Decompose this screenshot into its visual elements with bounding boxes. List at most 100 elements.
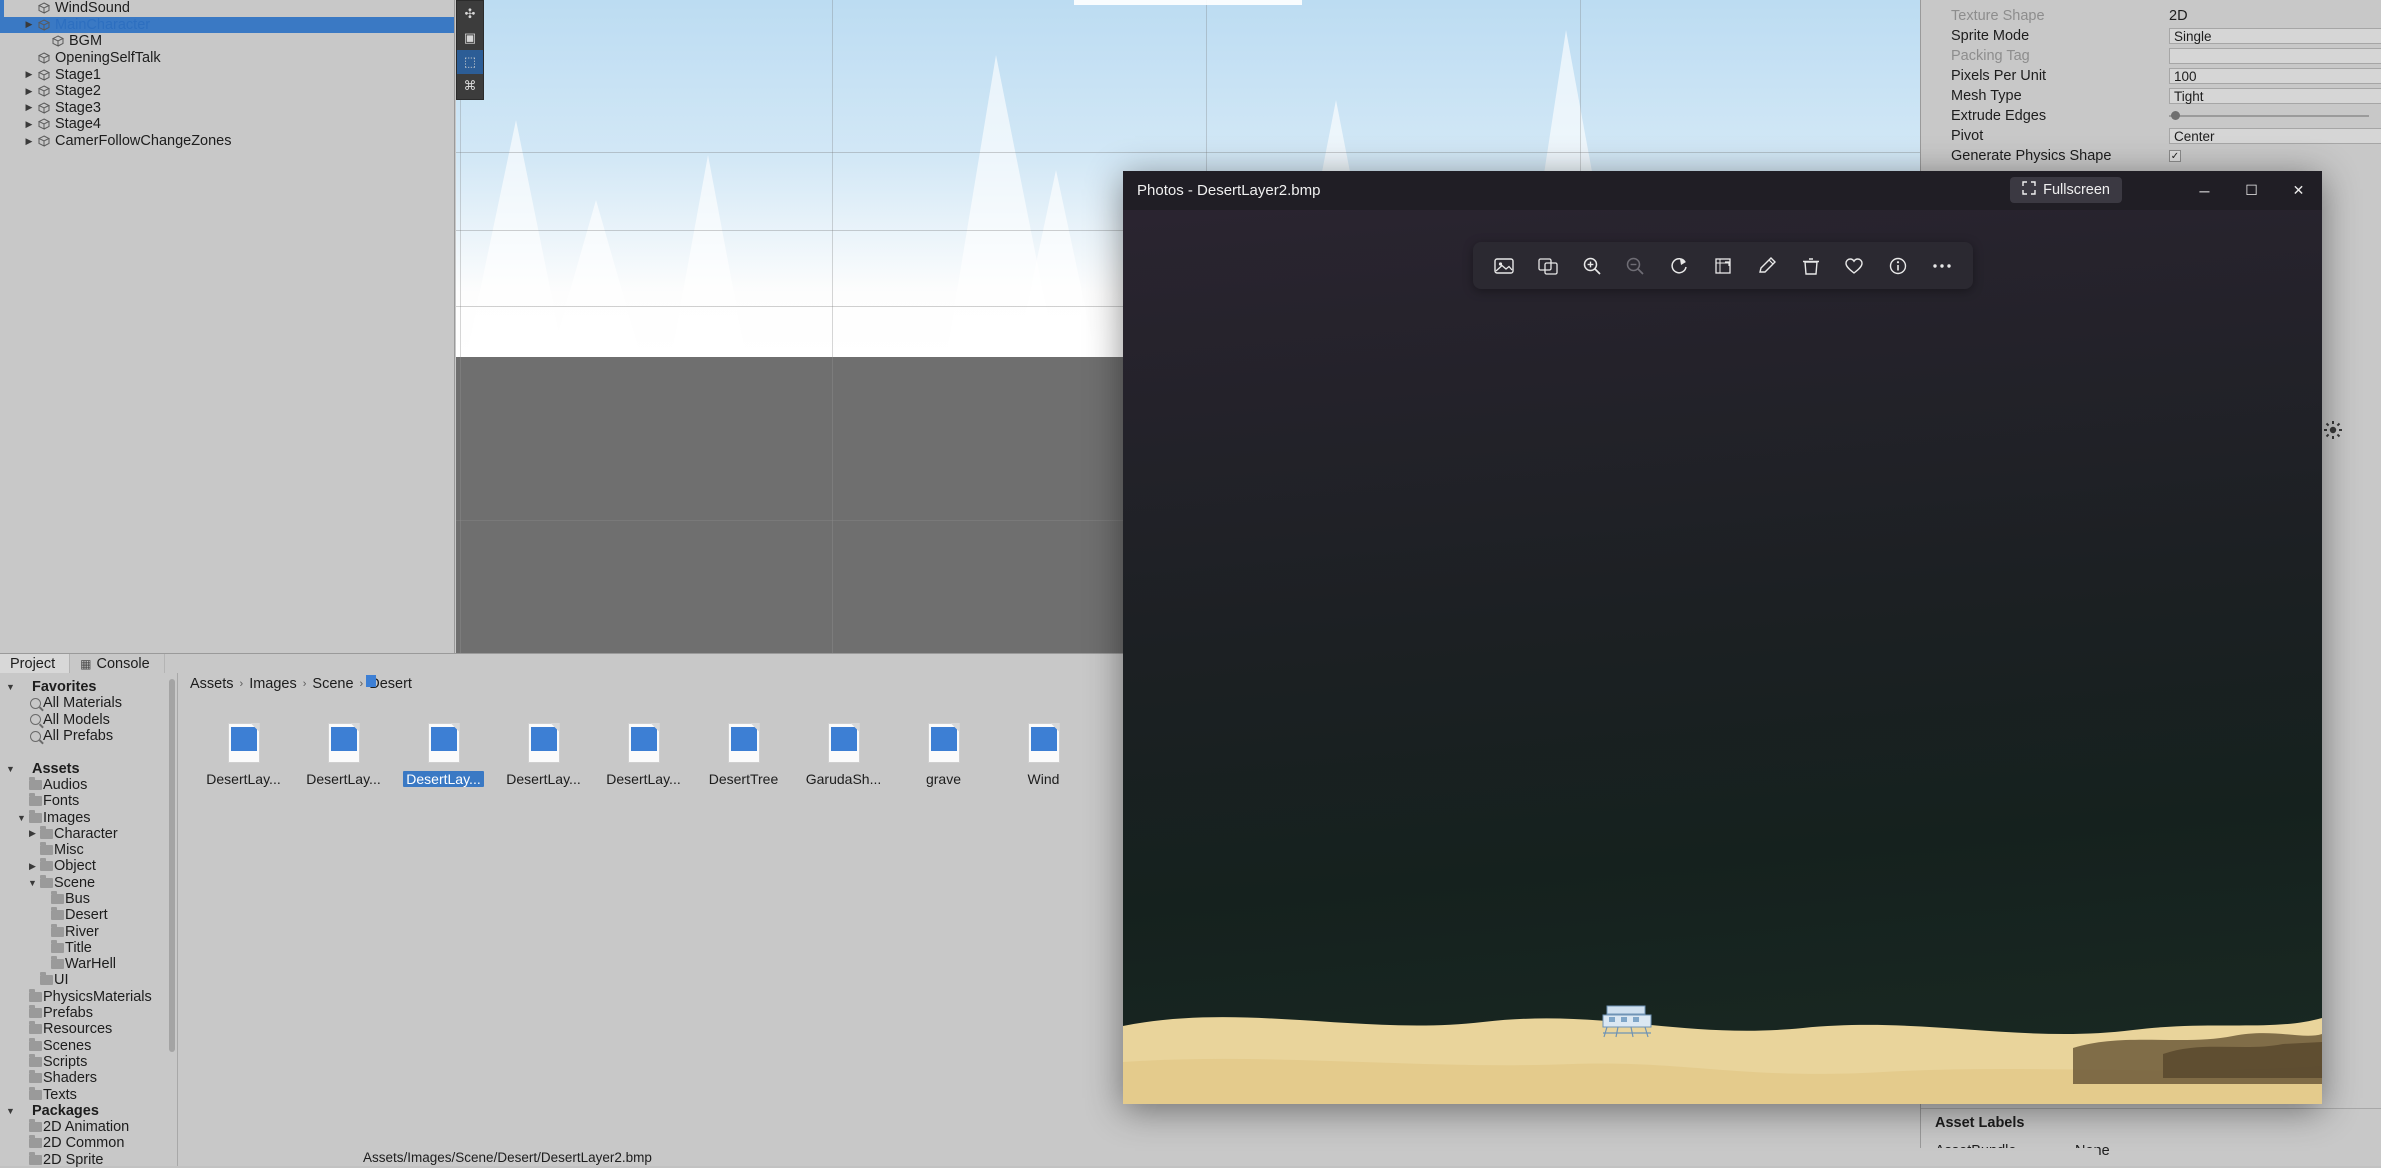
delete-icon[interactable] [1798, 253, 1824, 279]
expand-arrow-icon[interactable]: ▼ [4, 1106, 17, 1116]
tree-item-audios[interactable]: Audios [0, 776, 177, 793]
hierarchy-item-windsound[interactable]: WindSound [0, 0, 454, 17]
expand-arrow-icon[interactable]: ▶ [22, 119, 36, 129]
asset-item[interactable]: DesertLay... [206, 723, 281, 787]
crop-icon[interactable] [1710, 253, 1736, 279]
rect-tool[interactable]: ▣ [457, 26, 483, 50]
window-controls[interactable]: ─ ☐ ✕ [2181, 171, 2322, 210]
breadcrumb-item-scene[interactable]: Scene [312, 676, 353, 692]
tree-item-favorites[interactable]: ▼ Favorites [0, 679, 177, 695]
slider[interactable] [2169, 111, 2369, 120]
expand-arrow-icon[interactable]: ▶ [22, 86, 36, 96]
hierarchy-item-camerfollowchangezones[interactable]: ▶ CamerFollowChangeZones [0, 133, 454, 150]
tree-item-object[interactable]: ▶ Object [0, 858, 177, 874]
inspector-value-field[interactable]: Center [2169, 128, 2381, 144]
expand-arrow-icon[interactable]: ▼ [4, 764, 17, 774]
rotate-icon[interactable] [1666, 253, 1692, 279]
photos-titlebar[interactable]: Photos - DesertLayer2.bmp Fullscreen ─ ☐ ✕ [1123, 171, 2322, 210]
breadcrumb-item-images[interactable]: Images [249, 676, 297, 692]
tree-item-2d-sprite[interactable]: 2D Sprite [0, 1151, 177, 1168]
asset-item[interactable]: DesertLay... [606, 723, 681, 787]
hierarchy-item-stage4[interactable]: ▶ Stage4 [0, 116, 454, 133]
custom-tool[interactable]: ⌘ [457, 74, 483, 98]
tree-item-bus[interactable]: Bus [0, 891, 177, 907]
compare-images-icon[interactable] [1535, 253, 1561, 279]
expand-arrow-icon[interactable]: ▼ [26, 878, 39, 888]
expand-arrow-icon[interactable]: ▶ [22, 136, 36, 146]
tree-item-prefabs[interactable]: Prefabs [0, 1005, 177, 1021]
project-tree-scrollbar[interactable] [169, 679, 175, 1052]
tree-item-scene[interactable]: ▼ Scene [0, 874, 177, 891]
hierarchy-item-bgm[interactable]: BGM [0, 33, 454, 50]
checkbox[interactable]: ✓ [2169, 150, 2181, 162]
asset-item[interactable]: DesertLay... [306, 723, 381, 787]
zoom-out-icon[interactable] [1622, 253, 1648, 279]
photos-toolbar[interactable] [1473, 242, 1973, 289]
inspector-gear-icon[interactable] [2323, 420, 2343, 440]
tree-item-fonts[interactable]: Fonts [0, 793, 177, 809]
inspector-value-field[interactable]: Tight [2169, 88, 2381, 104]
tree-item-character[interactable]: ▶ Character [0, 825, 177, 842]
expand-arrow-icon[interactable]: ▼ [4, 682, 17, 692]
expand-arrow-icon[interactable]: ▶ [26, 828, 39, 839]
inspector-value-field[interactable]: 100 [2169, 68, 2381, 84]
photos-window[interactable]: Photos - DesertLayer2.bmp Fullscreen ─ ☐ ✕ [1123, 171, 2322, 1104]
tree-item-physicsmaterials[interactable]: PhysicsMaterials [0, 988, 177, 1005]
tree-item-all-prefabs[interactable]: All Prefabs [0, 728, 177, 744]
expand-arrow-icon[interactable]: ▶ [26, 861, 39, 872]
asset-item[interactable]: Wind [1006, 723, 1081, 787]
more-options-icon[interactable] [1929, 253, 1955, 279]
expand-arrow-icon[interactable]: ▶ [22, 103, 36, 112]
hierarchy-item-stage1[interactable]: ▶ Stage1 [0, 66, 454, 83]
asset-item[interactable]: GarudaSh... [806, 723, 881, 787]
pan-tool[interactable]: ✣ [457, 2, 483, 26]
project-folder-tree[interactable]: ▼ Favorites All Materials All Models All Pre… [0, 673, 178, 1168]
hierarchy-item-openingselftalk[interactable]: OpeningSelfTalk [0, 50, 454, 67]
tree-item-desert[interactable]: Desert [0, 907, 177, 923]
tree-item-2d-animation[interactable]: 2D Animation [0, 1119, 177, 1135]
expand-arrow-icon[interactable]: ▼ [15, 813, 28, 823]
maximize-button[interactable]: ☐ [2228, 171, 2275, 210]
hierarchy-item-stage3[interactable]: ▶ Stage3 [0, 100, 454, 117]
favorite-icon[interactable] [1841, 253, 1867, 279]
asset-item[interactable]: DesertTree [706, 723, 781, 787]
tree-item-2d-common[interactable]: 2D Common [0, 1135, 177, 1151]
tree-item-packages[interactable]: ▼ Packages [0, 1103, 177, 1119]
fullscreen-button[interactable]: Fullscreen [2010, 177, 2122, 203]
tree-item-ui[interactable]: UI [0, 972, 177, 988]
zoom-in-icon[interactable] [1579, 253, 1605, 279]
tab-console[interactable]: ▦ Console [70, 654, 165, 674]
info-icon[interactable] [1885, 253, 1911, 279]
photo-canvas[interactable] [1123, 210, 2322, 1104]
edit-markup-icon[interactable] [1754, 253, 1780, 279]
minimize-button[interactable]: ─ [2181, 171, 2228, 210]
tree-item-all-materials[interactable]: All Materials [0, 695, 177, 711]
hierarchy-item-maincharacter[interactable]: ▶ MainCharacter [0, 16, 454, 34]
breadcrumb-item-assets[interactable]: Assets [190, 676, 234, 692]
hierarchy-item-stage2[interactable]: ▶ Stage2 [0, 83, 454, 100]
tree-item-assets[interactable]: ▼ Assets [0, 760, 177, 777]
tree-item-shaders[interactable]: Shaders [0, 1070, 177, 1086]
view-actual-size-icon[interactable] [1491, 253, 1517, 279]
asset-item[interactable]: DesertLay... [506, 723, 581, 787]
tree-item-images[interactable]: ▼ Images [0, 809, 177, 826]
scene-gizmo-toolbar[interactable]: ✣ ▣ ⬚ ⌘ [456, 0, 484, 100]
close-button[interactable]: ✕ [2275, 171, 2322, 210]
expand-arrow-icon[interactable]: ▶ [22, 20, 36, 29]
inspector-value-field[interactable] [2169, 48, 2381, 64]
rect-transform-tool[interactable]: ⬚ [457, 50, 483, 74]
asset-item[interactable]: grave [906, 723, 981, 787]
tree-item-scripts[interactable]: Scripts [0, 1053, 177, 1070]
hierarchy-panel[interactable]: WindSound ▶ MainCharacter BGM OpeningSelfTal… [0, 0, 455, 653]
tree-item-warhell[interactable]: WarHell [0, 956, 177, 972]
tree-item-river[interactable]: River [0, 923, 177, 940]
tab-project[interactable]: Project [0, 654, 71, 674]
tree-item-title[interactable]: Title [0, 939, 177, 956]
expand-arrow-icon[interactable]: ▶ [22, 70, 36, 79]
tree-item-misc[interactable]: Misc [0, 842, 177, 858]
tree-item-all-models[interactable]: All Models [0, 712, 177, 728]
inspector-value-field[interactable]: Single [2169, 28, 2381, 44]
tree-item-texts[interactable]: Texts [0, 1086, 177, 1103]
asset-item[interactable]: DesertLay... [403, 723, 484, 787]
tree-item-scenes[interactable]: Scenes [0, 1037, 177, 1054]
